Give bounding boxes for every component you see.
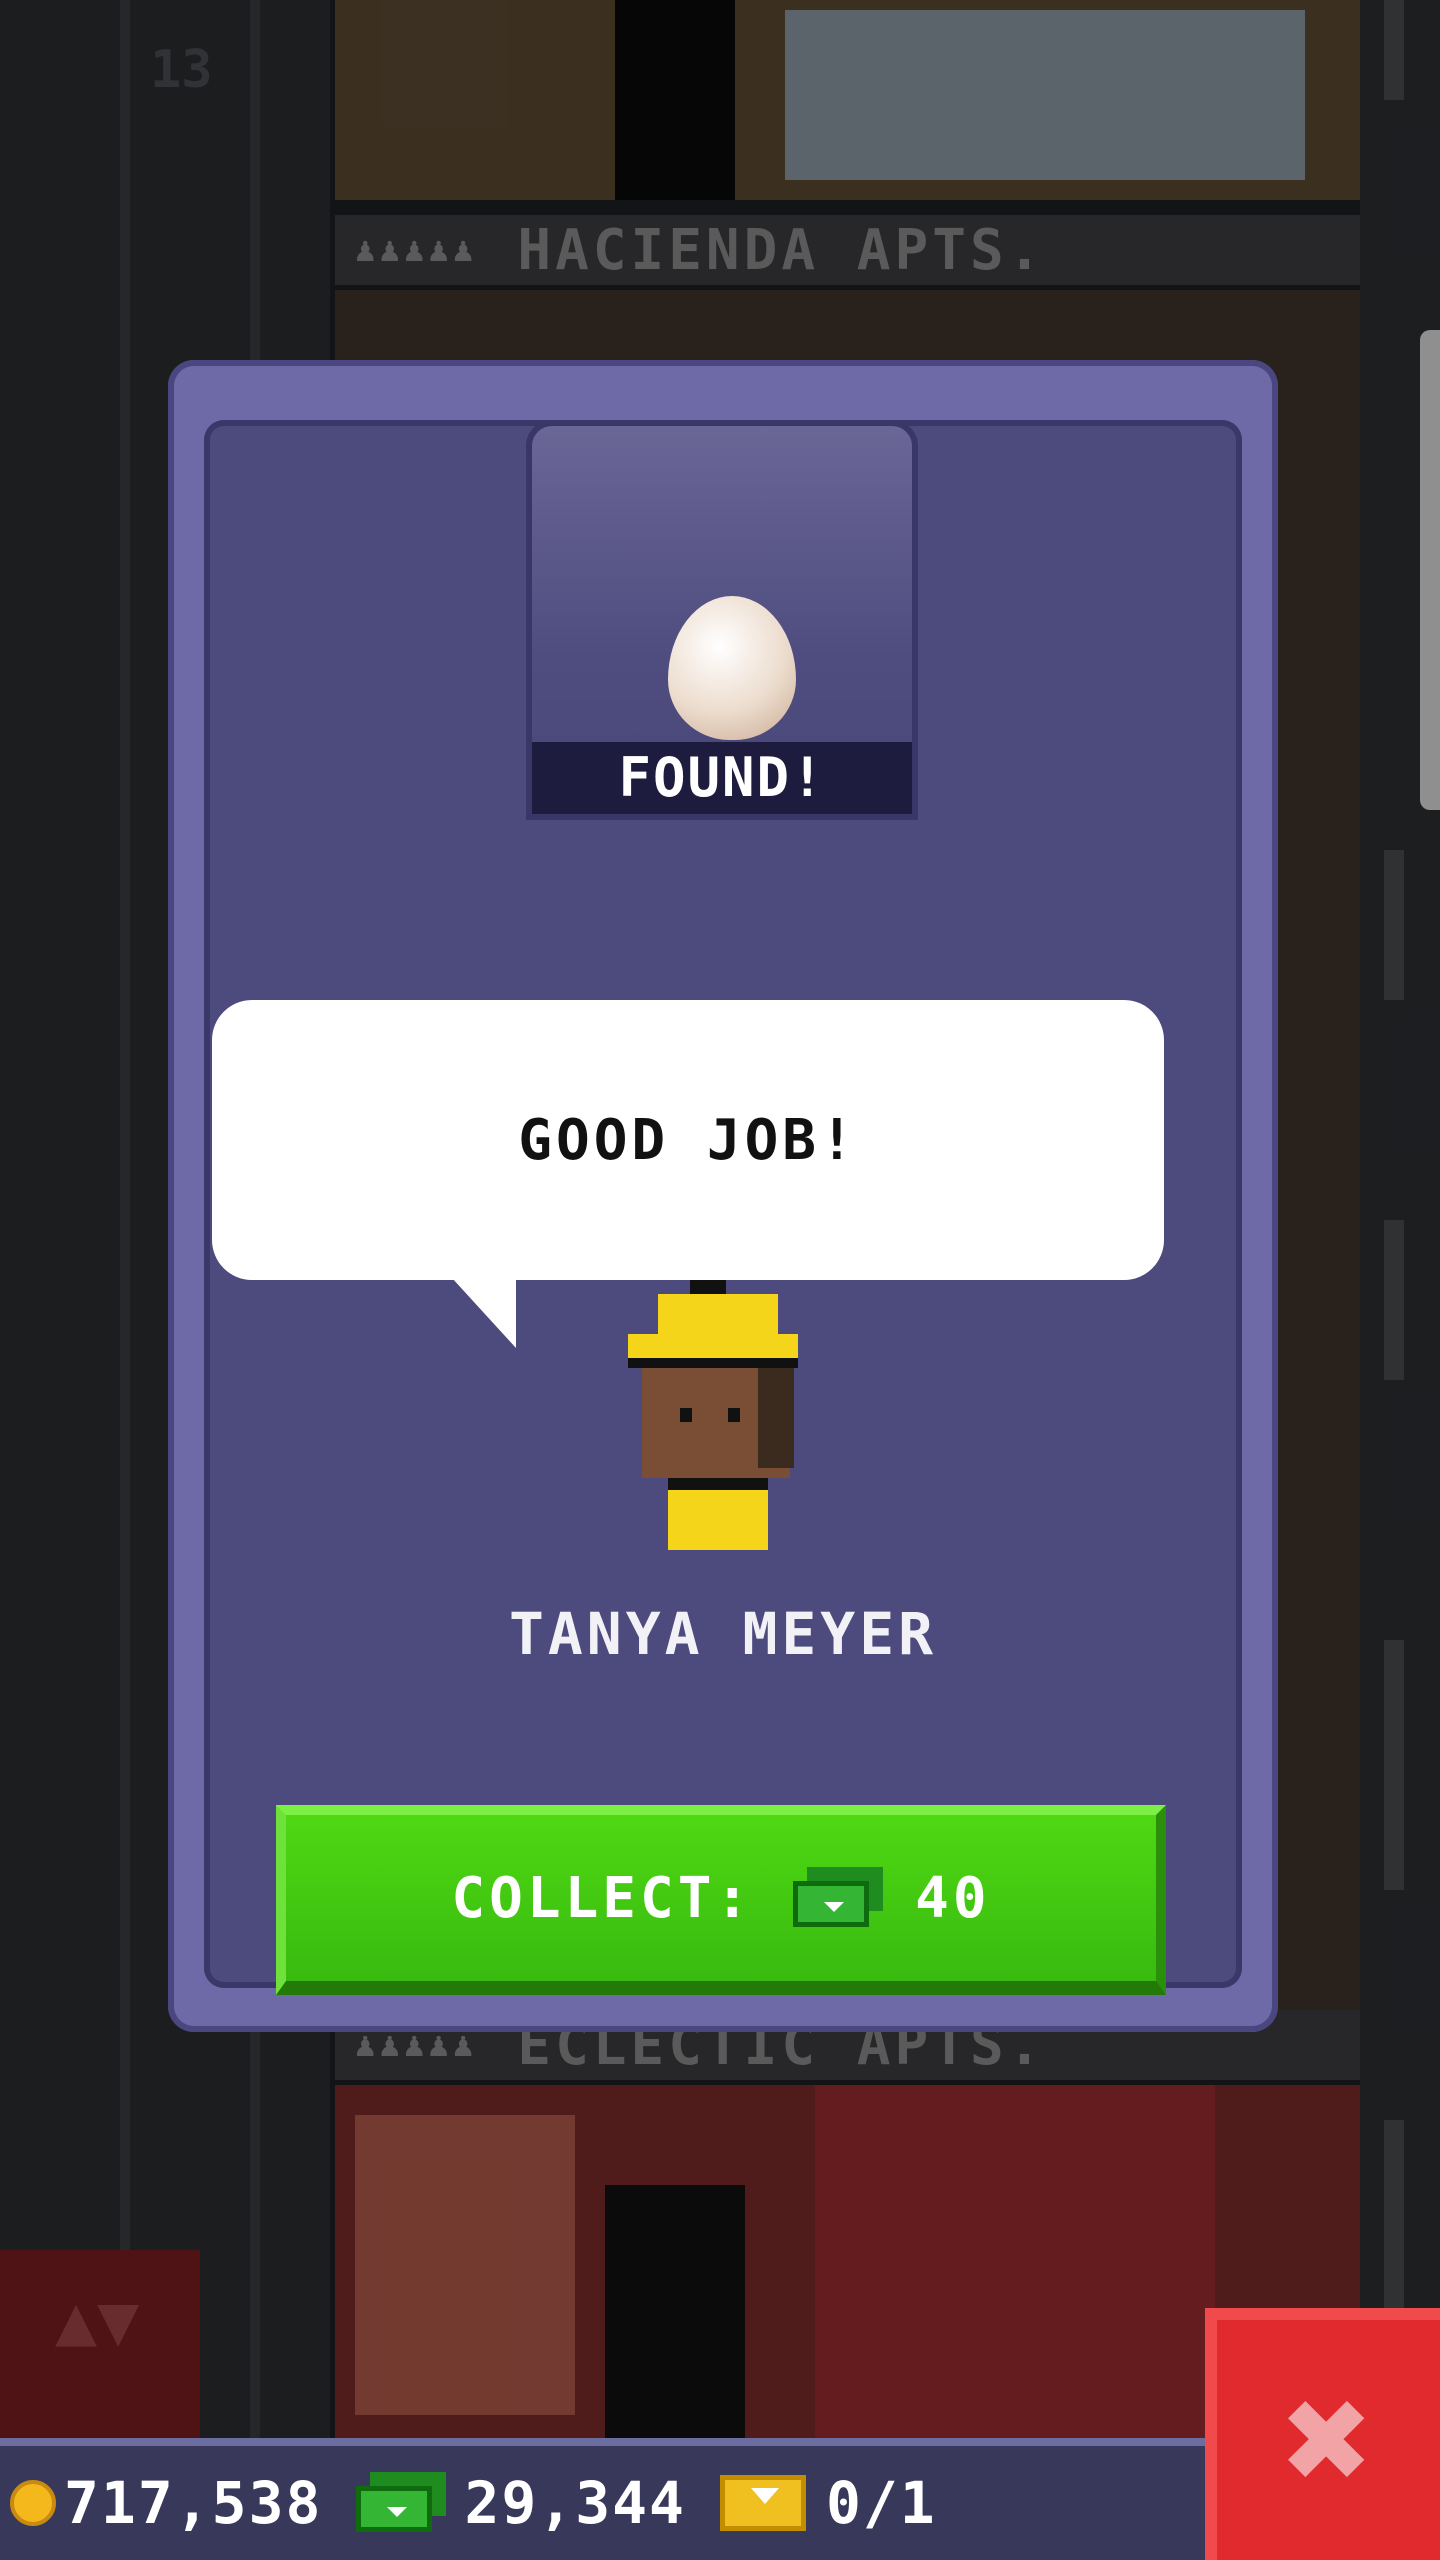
- tickets-value: 0/1: [825, 2469, 937, 2537]
- collect-label: COLLECT:: [451, 1865, 754, 1931]
- coins-value: 717,538: [64, 2469, 323, 2537]
- bux-icon: [793, 1867, 884, 1929]
- eye: [728, 1408, 740, 1422]
- hat-brim: [628, 1334, 798, 1368]
- found-label: FOUND!: [532, 742, 912, 814]
- tickets-stat[interactable]: 0/1: [719, 2469, 937, 2537]
- character-avatar: [628, 1280, 808, 1550]
- hair: [758, 1368, 794, 1468]
- close-button[interactable]: ✖: [1205, 2308, 1440, 2560]
- found-item-panel: FOUND!: [526, 420, 918, 820]
- coins-stat[interactable]: 717,538: [10, 2469, 322, 2537]
- found-item-dialog: FOUND! GOOD JOB! TANYA MEYER COLLECT: 40: [168, 360, 1278, 2032]
- collect-amount: 40: [915, 1865, 991, 1931]
- speech-bubble-tail: [452, 1278, 516, 1348]
- bux-value: 29,344: [464, 2469, 686, 2537]
- bux-stat[interactable]: 29,344: [356, 2469, 686, 2537]
- feet: [672, 1536, 764, 1550]
- speech-bubble: GOOD JOB!: [212, 1000, 1164, 1348]
- speech-text: GOOD JOB!: [518, 1107, 858, 1173]
- eye: [680, 1408, 692, 1422]
- character-name: TANYA MEYER: [508, 1600, 938, 1668]
- bux-icon: [356, 2472, 447, 2534]
- ticket-icon: [719, 2475, 806, 2531]
- dialog-body: FOUND! GOOD JOB! TANYA MEYER COLLECT: 40: [204, 420, 1242, 1995]
- coin-icon: [10, 2480, 56, 2526]
- egg-icon: [668, 596, 796, 740]
- close-icon: ✖: [1283, 2353, 1374, 2527]
- collect-button[interactable]: COLLECT: 40: [276, 1805, 1166, 1995]
